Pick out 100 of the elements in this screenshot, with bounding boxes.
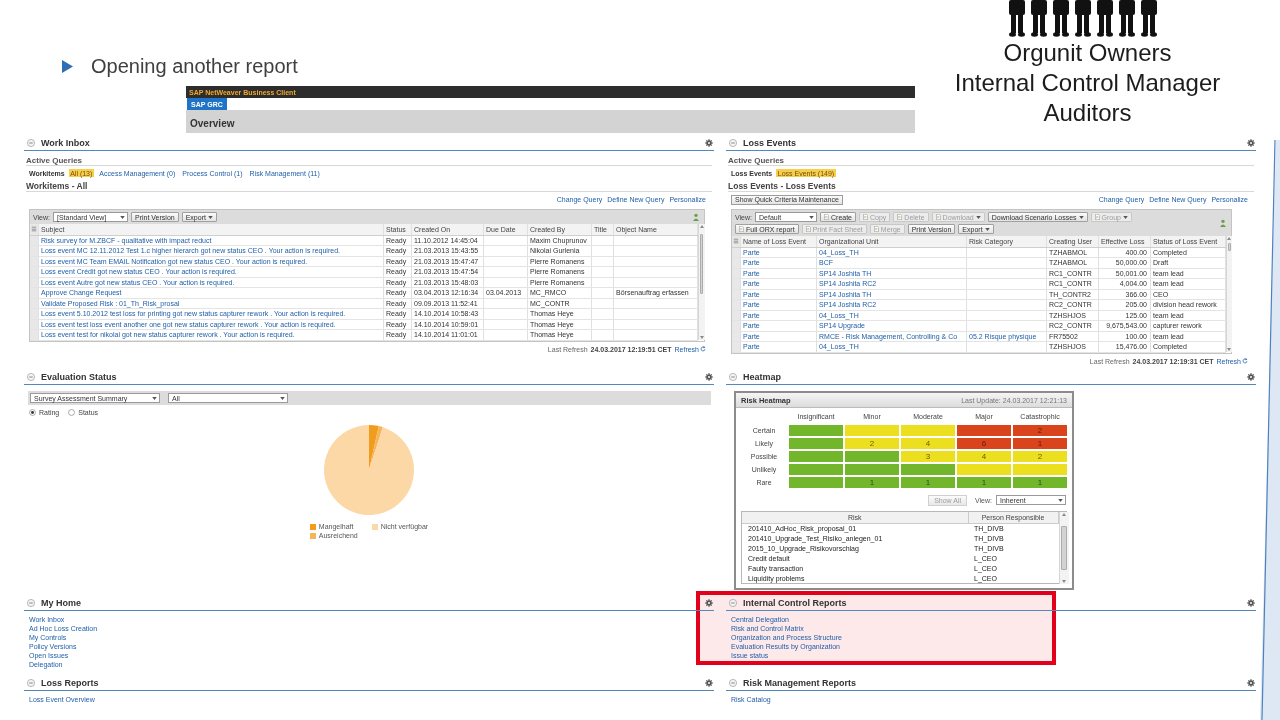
page-title: Overview: [190, 118, 235, 129]
radio-button[interactable]: [68, 409, 76, 416]
collapse-icon[interactable]: [729, 679, 737, 687]
panel-title: My Home: [41, 598, 81, 608]
collapse-icon[interactable]: [27, 599, 35, 607]
collapse-icon[interactable]: [729, 373, 737, 381]
caret-icon: [1078, 215, 1084, 219]
panel-title: Risk Management Reports: [743, 678, 857, 688]
refresh-icon: [700, 346, 706, 352]
heatmap-cell[interactable]: 3: [900, 450, 956, 463]
row-selector[interactable]: [732, 247, 740, 258]
heatmap-cell[interactable]: 1: [844, 476, 900, 489]
panel-title: Heatmap: [743, 372, 781, 382]
collapse-icon[interactable]: [27, 679, 35, 687]
heatmap-cell[interactable]: [788, 437, 844, 450]
heatmap-cell[interactable]: [844, 463, 900, 476]
row-selector[interactable]: [732, 289, 740, 300]
heatmap-cell[interactable]: [900, 424, 956, 437]
settings-icon[interactable]: [705, 679, 713, 687]
caret-icon: [984, 227, 990, 231]
row-selector[interactable]: [732, 341, 740, 352]
caret-icon: [1058, 498, 1063, 502]
settings-icon[interactable]: [705, 139, 713, 147]
heatmap-cell[interactable]: [788, 450, 844, 463]
heatmap-cell[interactable]: [900, 463, 956, 476]
vertical-scrollbar[interactable]: [1225, 236, 1232, 352]
person-icon[interactable]: [1219, 219, 1227, 227]
row-selector[interactable]: [732, 310, 740, 321]
person-icon[interactable]: [692, 213, 700, 221]
row-selector[interactable]: [30, 287, 38, 298]
vertical-scrollbar[interactable]: [697, 224, 705, 340]
heatmap-cell[interactable]: [788, 463, 844, 476]
row-selector[interactable]: [732, 257, 740, 268]
heatmap-cell[interactable]: 1: [956, 476, 1012, 489]
vertical-scrollbar[interactable]: [1058, 512, 1069, 584]
heatmap-cell[interactable]: [956, 463, 1012, 476]
document-icon: [863, 214, 868, 220]
settings-icon[interactable]: [1247, 599, 1255, 607]
heatmap-cell[interactable]: 1: [900, 476, 956, 489]
heatmap-cell[interactable]: [844, 424, 900, 437]
bullet-icon: [62, 60, 73, 73]
document-icon: [1094, 214, 1100, 220]
caret-icon: [809, 215, 814, 219]
settings-icon[interactable]: [1247, 139, 1255, 147]
document-icon: [873, 226, 879, 232]
caret-icon: [1123, 215, 1129, 219]
collapse-icon[interactable]: [729, 139, 737, 147]
heatmap-cell[interactable]: 4: [900, 437, 956, 450]
panel-title: Evaluation Status: [41, 372, 117, 382]
row-selector[interactable]: [732, 268, 740, 279]
caret-icon: [120, 215, 125, 219]
settings-icon[interactable]: [1247, 679, 1255, 687]
section-title: Active Queries: [26, 155, 83, 165]
row-selector[interactable]: [30, 329, 38, 340]
row-selector[interactable]: [30, 308, 38, 319]
row-selector[interactable]: [30, 256, 38, 267]
row-selector[interactable]: [732, 320, 740, 331]
heatmap-cell[interactable]: [1012, 463, 1068, 476]
settings-icon[interactable]: [705, 599, 713, 607]
document-icon: [824, 214, 829, 220]
panel-title: Internal Control Reports: [743, 598, 847, 608]
heatmap-cell[interactable]: 4: [956, 450, 1012, 463]
row-selector[interactable]: [30, 245, 38, 256]
collapse-icon[interactable]: [27, 139, 35, 147]
document-icon: [739, 226, 744, 232]
heatmap-cell[interactable]: 2: [1012, 450, 1068, 463]
document-icon: [805, 226, 811, 232]
list-title: Workitems - All: [26, 181, 88, 191]
caret-icon: [975, 215, 981, 219]
refresh-icon: [1242, 358, 1248, 364]
row-selector[interactable]: [732, 331, 740, 342]
settings-icon[interactable]: [705, 373, 713, 381]
collapse-icon[interactable]: [729, 599, 737, 607]
heatmap-cell[interactable]: [844, 450, 900, 463]
row-selector[interactable]: [732, 278, 740, 289]
collapse-icon[interactable]: [27, 373, 35, 381]
panel-title: Loss Reports: [41, 678, 99, 688]
slide-title: Opening another report: [91, 55, 298, 78]
caret-icon: [152, 396, 157, 400]
audience-role: Auditors: [1043, 98, 1132, 128]
row-selector[interactable]: [30, 266, 38, 277]
heatmap-cell[interactable]: 1: [1012, 476, 1068, 489]
audience-role: Internal Control Manager: [954, 68, 1221, 98]
panel-title: Work Inbox: [41, 138, 90, 148]
heatmap-cell[interactable]: [788, 476, 844, 489]
section-title: Active Queries: [728, 155, 785, 165]
heatmap-cell[interactable]: [788, 424, 844, 437]
row-selector[interactable]: [732, 299, 740, 310]
radio-button[interactable]: [29, 409, 36, 416]
heatmap-cell[interactable]: 2: [844, 437, 900, 450]
list-title: Loss Events - Loss Events: [728, 181, 836, 191]
row-selector[interactable]: [30, 319, 38, 330]
row-selector[interactable]: [30, 298, 38, 309]
panel-title: Loss Events: [743, 138, 797, 148]
settings-icon[interactable]: [1247, 373, 1255, 381]
row-selector[interactable]: [30, 277, 38, 288]
heatmap-cell[interactable]: [956, 424, 1012, 437]
row-selector[interactable]: [30, 235, 38, 246]
caret-icon: [280, 396, 285, 400]
document-icon: [935, 214, 941, 220]
